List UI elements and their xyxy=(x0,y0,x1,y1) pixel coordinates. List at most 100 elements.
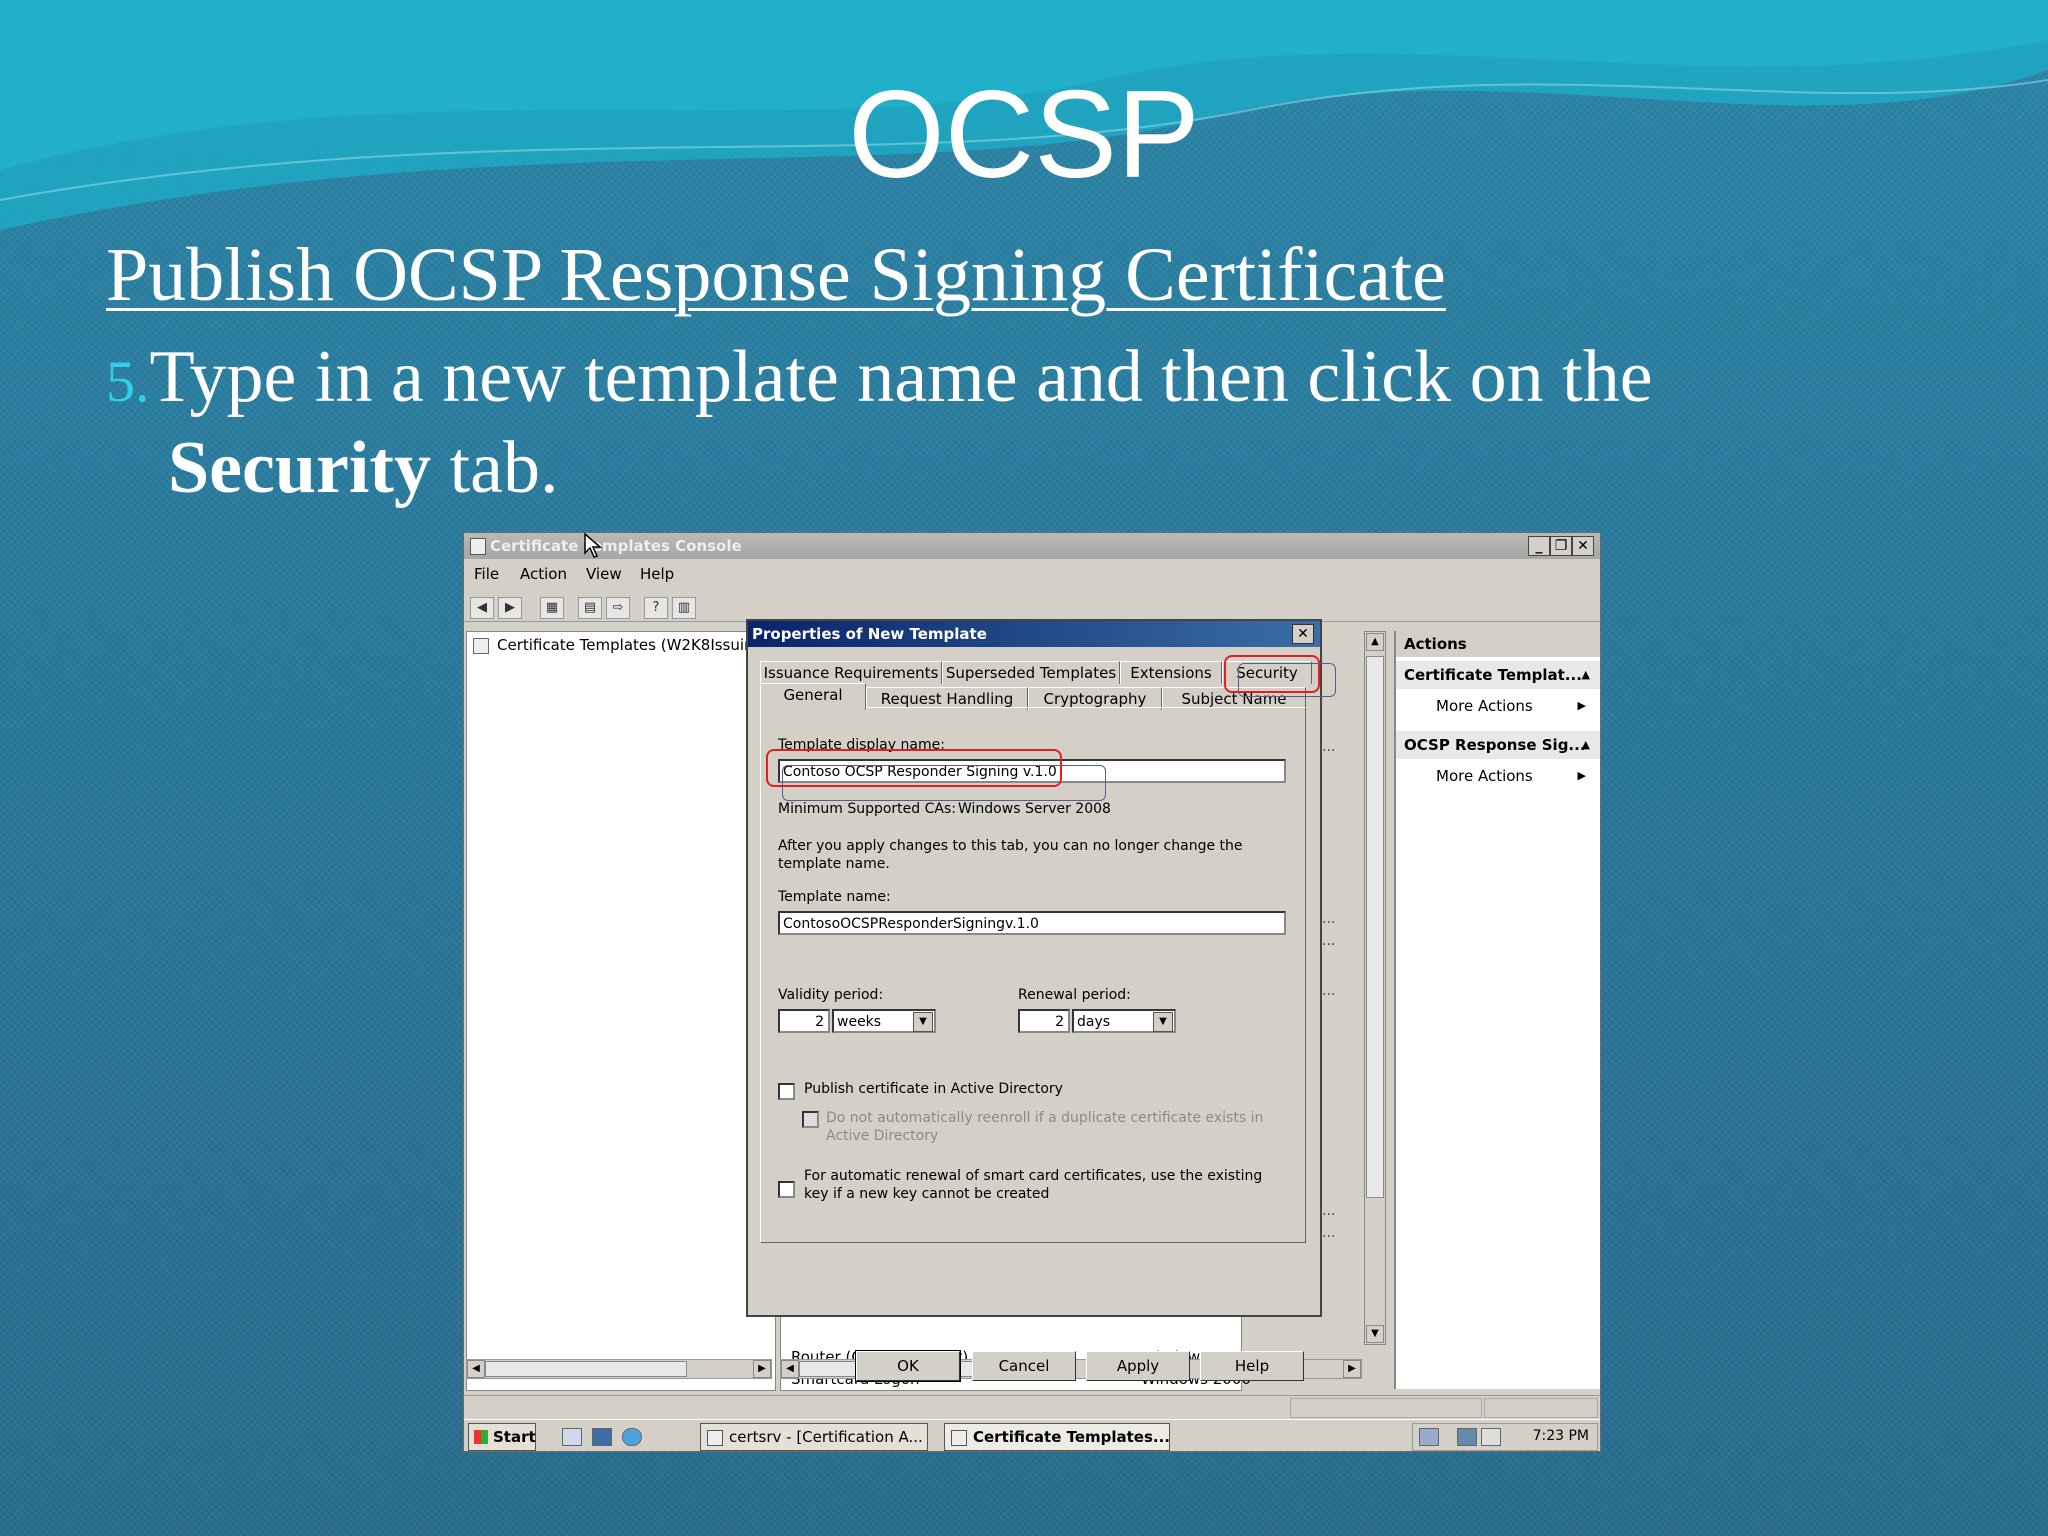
certificate-templates-icon xyxy=(951,1430,967,1446)
show-hide-tree-icon[interactable]: ▦ xyxy=(540,597,564,619)
scroll-right-icon[interactable]: ▶ xyxy=(753,1360,771,1378)
submenu-arrow-icon: ▶ xyxy=(1577,699,1586,712)
internet-explorer-icon[interactable] xyxy=(622,1428,642,1446)
start-button[interactable]: Start xyxy=(468,1423,536,1451)
status-segment xyxy=(1484,1398,1598,1418)
step-number: 5. xyxy=(106,349,150,414)
back-arrow-icon[interactable]: ◀ xyxy=(470,597,494,619)
tab-superseded-templates[interactable]: Superseded Templates xyxy=(942,661,1120,684)
console-app-icon xyxy=(470,538,486,555)
ok-button[interactable]: OK xyxy=(855,1350,961,1382)
properties-dialog: Properties of New Template ✕ Issuance Re… xyxy=(746,619,1336,1382)
publish-ad-checkbox[interactable] xyxy=(778,1083,795,1100)
min-cas-label: Minimum Supported CAs: xyxy=(778,801,956,817)
taskbar-certsrv[interactable]: certsrv - [Certification A... xyxy=(700,1423,928,1451)
window-title: Certificate Templates Console xyxy=(490,537,742,555)
certificate-icon xyxy=(473,637,489,654)
windows-logo-icon xyxy=(474,1430,488,1444)
smartcard-renewal-checkbox[interactable] xyxy=(778,1181,795,1198)
server-manager-icon[interactable] xyxy=(562,1428,582,1446)
validity-unit-select[interactable]: weeks ▼ xyxy=(832,1009,936,1033)
apply-button[interactable]: Apply xyxy=(1086,1351,1190,1381)
minimize-button[interactable]: _ xyxy=(1528,536,1550,556)
slide-title: OCSP xyxy=(848,66,1200,204)
dialog-close-button[interactable]: ✕ xyxy=(1292,624,1314,644)
clock: 7:23 PM xyxy=(1532,1428,1589,1444)
more-actions-link[interactable]: More Actions xyxy=(1436,697,1533,715)
help-icon[interactable]: ? xyxy=(644,597,668,619)
tab-extensions[interactable]: Extensions xyxy=(1120,661,1222,684)
validity-period-input[interactable]: 2 xyxy=(778,1009,830,1033)
actions-section-ocsp[interactable]: OCSP Response Sig... ▲ xyxy=(1396,731,1600,759)
tree-node-certificate-templates[interactable]: Certificate Templates (W2K8Issuing xyxy=(473,636,763,654)
chevron-down-icon[interactable]: ▼ xyxy=(1153,1012,1173,1032)
screenshot-window: Certificate Templates Console _ ❐ ✕ File… xyxy=(463,532,1601,1452)
window-titlebar: Certificate Templates Console _ ❐ ✕ xyxy=(464,533,1600,559)
tab-issuance-requirements[interactable]: Issuance Requirements xyxy=(760,661,942,684)
submenu-arrow-icon: ▶ xyxy=(1577,769,1586,782)
more-actions-link[interactable]: More Actions xyxy=(1436,767,1533,785)
step-line-1: Type in a new template name and then cli… xyxy=(149,336,1653,418)
properties-icon[interactable]: ▤ xyxy=(578,597,602,619)
menu-help[interactable]: Help xyxy=(640,565,674,583)
template-name-input[interactable]: ContosoOCSPResponderSigningv.1.0 xyxy=(778,911,1286,935)
scroll-left-icon[interactable]: ◀ xyxy=(467,1360,485,1378)
menu-view[interactable]: View xyxy=(586,565,622,583)
dialog-titlebar: Properties of New Template ✕ xyxy=(748,621,1320,647)
truncation-ellipsis: ... xyxy=(1322,911,1336,927)
renewal-unit-select[interactable]: days ▼ xyxy=(1072,1009,1176,1033)
chevron-down-icon[interactable]: ▼ xyxy=(913,1012,933,1032)
scroll-right-icon[interactable]: ▶ xyxy=(1343,1360,1361,1378)
publish-ad-label: Publish certificate in Active Directory xyxy=(804,1081,1063,1097)
export-list-icon[interactable]: ⇨ xyxy=(606,597,630,619)
template-name-label: Template name: xyxy=(778,889,891,905)
status-bar xyxy=(464,1395,1600,1418)
network-icon[interactable] xyxy=(1457,1428,1477,1446)
menu-bar: File Action View Help xyxy=(464,561,1600,587)
certsrv-icon xyxy=(707,1430,723,1446)
tree-horizontal-scrollbar[interactable]: ◀ ▶ xyxy=(466,1359,772,1379)
mouse-cursor-icon xyxy=(584,533,602,558)
renewal-period-input[interactable]: 2 xyxy=(1018,1009,1070,1033)
scroll-thumb[interactable] xyxy=(485,1361,687,1377)
taskbar-certificate-templates[interactable]: Certificate Templates... xyxy=(944,1423,1170,1451)
scroll-up-icon[interactable]: ▲ xyxy=(1366,633,1384,651)
toolbar: ◀ ▶ ▦ ▤ ⇨ ? ▥ xyxy=(464,591,1600,622)
list-vertical-scrollbar[interactable]: ▲ ▼ xyxy=(1364,631,1386,1345)
menu-file[interactable]: File xyxy=(474,565,499,583)
truncation-ellipsis: ... xyxy=(1322,933,1336,949)
scroll-left-icon[interactable]: ◀ xyxy=(781,1360,799,1378)
menu-action[interactable]: Action xyxy=(520,565,567,583)
restore-button[interactable]: ❐ xyxy=(1550,536,1572,556)
no-reenroll-label: Do not automatically reenroll if a dupli… xyxy=(826,1110,1264,1144)
step-text: 5.Type in a new template name and then c… xyxy=(106,334,1906,511)
status-segment xyxy=(1290,1398,1482,1418)
close-window-button[interactable]: ✕ xyxy=(1572,536,1594,556)
taskbar: Start certsrv - [Certification A... Cert… xyxy=(464,1419,1600,1451)
actions-pane: Actions Certificate Templat... ▲ More Act… xyxy=(1394,631,1600,1389)
truncation-ellipsis: ... xyxy=(1322,983,1336,999)
tray-app-icon[interactable] xyxy=(1419,1428,1439,1446)
forward-arrow-icon[interactable]: ▶ xyxy=(498,597,522,619)
cancel-button[interactable]: Cancel xyxy=(972,1351,1076,1381)
collapse-up-icon[interactable]: ▲ xyxy=(1582,668,1590,681)
renewal-period-label: Renewal period: xyxy=(1018,987,1131,1003)
truncation-ellipsis: ... xyxy=(1322,739,1336,755)
powershell-icon[interactable] xyxy=(592,1428,612,1446)
help-button[interactable]: Help xyxy=(1200,1351,1304,1381)
actions-header: Actions xyxy=(1396,631,1600,657)
scroll-thumb[interactable] xyxy=(1366,656,1384,1198)
slide-subtitle: Publish OCSP Response Signing Certificat… xyxy=(106,233,1446,317)
no-reenroll-checkbox[interactable] xyxy=(802,1111,819,1128)
show-action-pane-icon[interactable]: ▥ xyxy=(672,597,696,619)
system-tray: 7:23 PM xyxy=(1412,1423,1598,1451)
collapse-up-icon[interactable]: ▲ xyxy=(1582,738,1590,751)
scroll-down-icon[interactable]: ▼ xyxy=(1366,1325,1384,1343)
volume-muted-icon[interactable] xyxy=(1481,1428,1501,1446)
actions-section-certificate-templates[interactable]: Certificate Templat... ▲ xyxy=(1396,661,1600,689)
step-line-2: tab. xyxy=(431,427,559,509)
tab-general[interactable]: General xyxy=(760,683,866,710)
smartcard-renewal-label: For automatic renewal of smart card cert… xyxy=(804,1168,1263,1202)
truncation-ellipsis: ... xyxy=(1322,1203,1336,1219)
min-cas-value: Windows Server 2008 xyxy=(958,801,1111,817)
